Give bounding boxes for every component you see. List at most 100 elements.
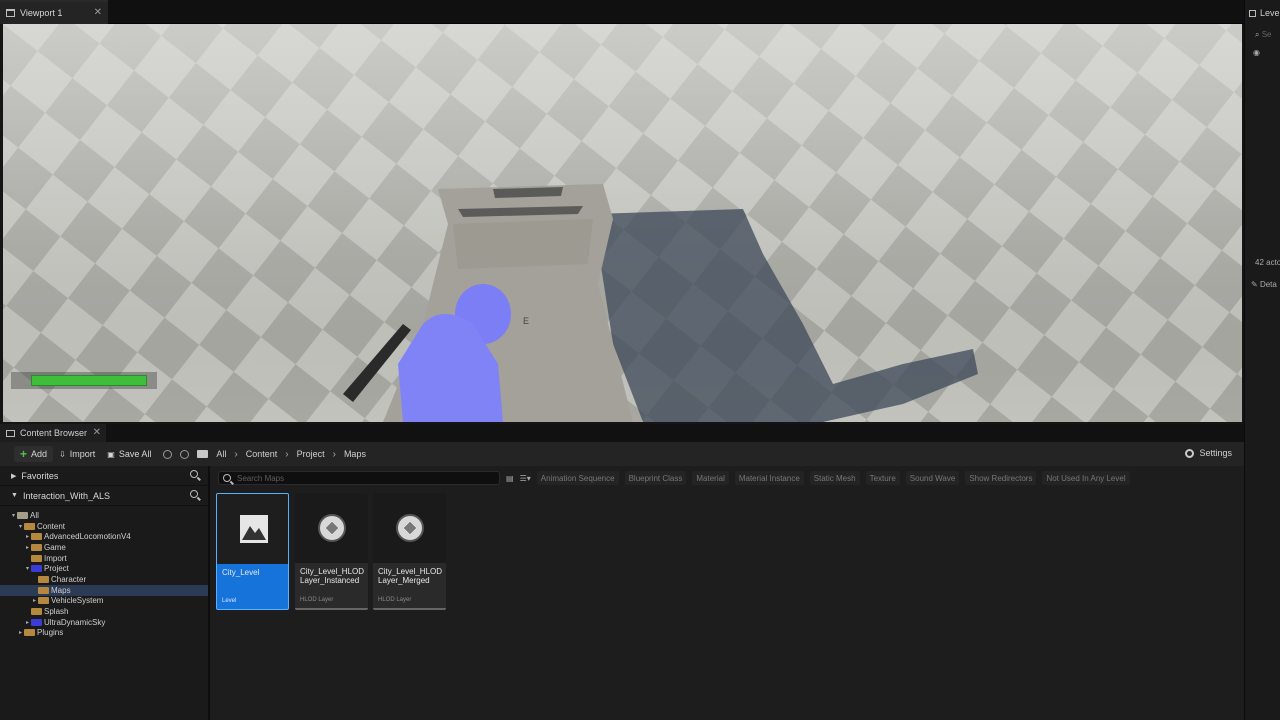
asset-tile[interactable]: City_Level Level [216, 493, 289, 610]
add-button-label: Add [31, 449, 48, 459]
hlod-layer-icon [395, 514, 424, 542]
chevron-right-icon[interactable]: ▸ [17, 629, 24, 636]
folder-icon [17, 511, 28, 519]
details-tab-label: Deta [1259, 280, 1277, 289]
breadcrumb-content[interactable]: Content [246, 449, 278, 459]
folder-icon [38, 575, 49, 583]
chevron-down-icon[interactable]: ▾ [24, 565, 31, 572]
asset-name: City_Level_HLOD Layer_Instanced [300, 567, 365, 585]
folder-tree: ▾ All ▾ Content ▸ AdvancedLocomotionV4 ▸ Game Im… [0, 506, 208, 638]
content-browser-icon [6, 429, 15, 437]
filter-icon[interactable]: ☰▾ [520, 474, 531, 483]
tree-item-label: Import [44, 553, 67, 563]
tree-item-game[interactable]: ▸ Game [0, 542, 208, 553]
health-bar [31, 375, 147, 386]
tree-item-ultradynamicsky[interactable]: ▸ UltraDynamicSky [0, 617, 208, 628]
content-browser-tab-label: Content Browser [20, 428, 88, 438]
filter-chip[interactable]: Animation Sequence [536, 471, 619, 485]
tree-item-label: AdvancedLocomotionV4 [44, 532, 131, 542]
chevron-down-icon: ▼ [11, 492, 18, 499]
asset-tile[interactable]: City_Level_HLOD Layer_Instanced HLOD Laye… [295, 493, 368, 610]
tree-item-label: VehicleSystem [51, 596, 104, 606]
level-viewport[interactable]: E [3, 24, 1242, 422]
close-icon[interactable]: ✕ [93, 427, 101, 438]
tab-content-browser[interactable]: Content Browser ✕ [0, 424, 106, 442]
tree-item-splash[interactable]: Splash [0, 606, 208, 617]
add-button[interactable]: + Add [14, 446, 54, 462]
gear-icon [1185, 448, 1195, 458]
search-icon[interactable] [190, 470, 198, 478]
breadcrumb-maps[interactable]: Maps [344, 449, 366, 459]
project-header[interactable]: ▼ Interaction_With_ALS [0, 486, 208, 506]
outliner-tab-label: Leve [1260, 8, 1280, 18]
chevron-down-icon[interactable]: ▾ [10, 512, 17, 519]
close-icon[interactable]: ✕ [94, 7, 102, 18]
search-input[interactable]: Search Maps [218, 471, 500, 485]
tab-viewport[interactable]: Viewport 1 ✕ [0, 0, 108, 24]
asset-type: HLOD Layer [378, 597, 412, 603]
tree-item-content[interactable]: ▾ Content [0, 521, 208, 532]
asset-type-underline [295, 608, 368, 610]
save-all-button-label: Save All [118, 449, 152, 459]
folder-icon [31, 608, 42, 616]
breadcrumb-all[interactable]: All [216, 449, 226, 459]
back-icon[interactable] [163, 449, 173, 459]
filter-chip[interactable]: Show Redirectors [965, 471, 1037, 485]
tree-item-all[interactable]: ▾ All [0, 510, 208, 521]
tree-item-plugins[interactable]: ▸ Plugins [0, 628, 208, 639]
tree-item-label: Maps [51, 585, 71, 595]
import-button[interactable]: ⇩ Import [53, 446, 101, 462]
forward-icon[interactable] [180, 449, 190, 459]
chevron-right-icon: › [234, 448, 238, 460]
filter-chip[interactable]: Material Instance [734, 471, 804, 485]
chevron-right-icon[interactable]: ▸ [24, 533, 31, 540]
details-tab[interactable]: ✎ Deta [1245, 280, 1280, 289]
folder-icon [31, 554, 42, 562]
tab-level-outliner[interactable]: Leve [1249, 8, 1280, 18]
content-browser-tab-bar: Content Browser ✕ [0, 424, 1244, 442]
import-button-label: Import [69, 449, 96, 459]
tree-item-character[interactable]: Character [0, 574, 208, 585]
chevron-right-icon[interactable]: ▸ [31, 597, 38, 604]
tree-item-advancedlocomotionv4[interactable]: ▸ AdvancedLocomotionV4 [0, 531, 208, 542]
tree-item-project[interactable]: ▾ Project [0, 563, 208, 574]
search-icon[interactable] [190, 490, 198, 498]
outliner-search-placeholder: Se [1261, 30, 1272, 39]
search-icon: ⌕ [1255, 30, 1260, 39]
filter-chip[interactable]: Static Mesh [809, 471, 860, 485]
filter-chip[interactable]: Sound Wave [905, 471, 960, 485]
filter-chip[interactable]: Blueprint Class [624, 471, 687, 485]
save-search-icon[interactable]: ▤ [506, 474, 514, 483]
chevron-down-icon[interactable]: ▾ [17, 523, 24, 530]
filter-bar: Search Maps ▤ ☰▾ Animation Sequence Bluep… [212, 470, 1244, 486]
filter-chip[interactable]: Texture [865, 471, 900, 485]
level-icon [239, 515, 268, 543]
folder-icon [24, 522, 35, 530]
filter-chip[interactable]: Not Used In Any Level [1042, 471, 1130, 485]
asset-type: Level [222, 598, 237, 604]
breadcrumb-project[interactable]: Project [297, 449, 325, 459]
chevron-right-icon[interactable]: ▸ [24, 619, 31, 626]
pencil-icon: ✎ [1251, 280, 1258, 289]
asset-name: City_Level_HLOD Layer_Merged [378, 567, 443, 585]
tree-item-label: Content [37, 521, 66, 531]
settings-button[interactable]: Settings [1185, 448, 1232, 458]
tree-item-label: Game [44, 542, 66, 552]
search-icon [223, 474, 231, 482]
breadcrumb: All › Content › Project › Maps [163, 449, 366, 460]
save-all-button[interactable]: ▣ Save All [101, 446, 157, 462]
visibility-eye-icon[interactable]: ◉ [1245, 48, 1280, 57]
filter-chip[interactable]: Material [692, 471, 729, 485]
chevron-right-icon[interactable]: ▸ [24, 544, 31, 551]
asset-tile[interactable]: City_Level_HLOD Layer_Merged HLOD Layer [373, 493, 446, 610]
outliner-search[interactable]: ⌕ Se [1245, 30, 1280, 40]
folder-icon [24, 629, 35, 637]
filter-controls: ▤ ☰▾ [506, 474, 531, 483]
favorites-header[interactable]: ▶ Favorites [0, 466, 208, 486]
tree-item-label: Project [44, 564, 69, 574]
tree-item-maps[interactable]: Maps [0, 584, 208, 596]
tree-item-vehiclesystem[interactable]: ▸ VehicleSystem [0, 596, 208, 607]
tree-item-import[interactable]: Import [0, 553, 208, 564]
asset-view: Search Maps ▤ ☰▾ Animation Sequence Bluep… [212, 466, 1244, 720]
folder-icon [31, 618, 42, 626]
